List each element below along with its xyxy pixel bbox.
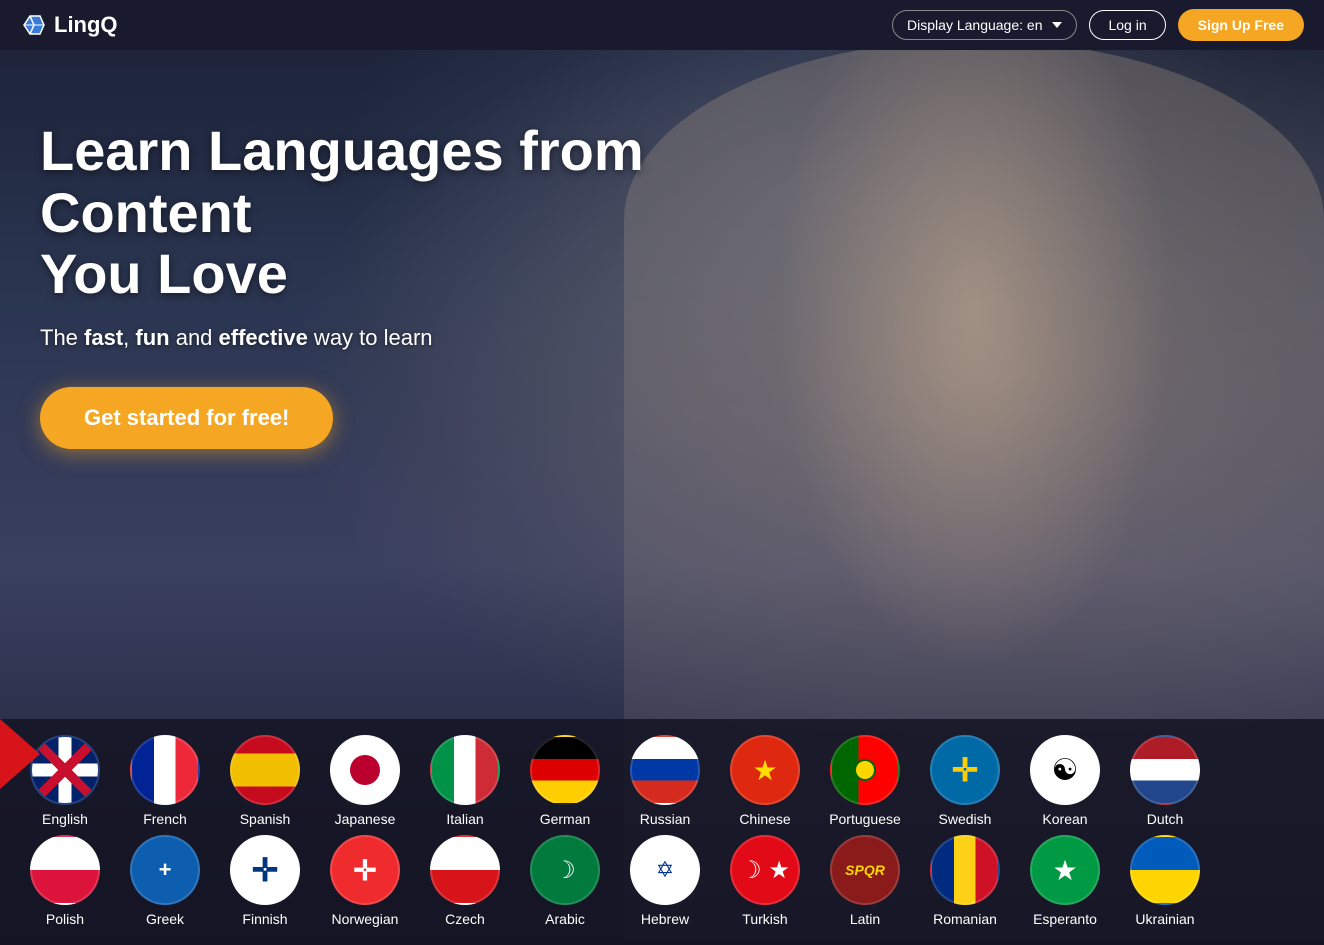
flag-japanese (330, 735, 400, 805)
language-label-romanian: Romanian (933, 911, 997, 927)
language-item-japanese[interactable]: Japanese (320, 735, 410, 827)
language-item-korean[interactable]: ☯ Korean (1020, 735, 1110, 827)
language-label-hebrew: Hebrew (641, 911, 689, 927)
flag-chinese: ★ (730, 735, 800, 805)
language-item-hebrew[interactable]: ✡ Hebrew (620, 835, 710, 927)
hero-content: Learn Languages from Content You Love Th… (40, 120, 860, 449)
language-label-norwegian: Norwegian (332, 911, 399, 927)
flag-italian (430, 735, 500, 805)
flag-swedish: ✛ (930, 735, 1000, 805)
language-item-swedish[interactable]: ✛ Swedish (920, 735, 1010, 827)
logo-text: LingQ (54, 12, 118, 38)
language-label-spanish: Spanish (240, 811, 291, 827)
language-label-english: English (42, 811, 88, 827)
language-item-portuguese[interactable]: Portuguese (820, 735, 910, 827)
flag-greek: + (130, 835, 200, 905)
language-item-chinese[interactable]: ★ Chinese (720, 735, 810, 827)
language-item-dutch[interactable]: Dutch (1120, 735, 1210, 827)
header-nav: Display Language: en Log in Sign Up Free (892, 9, 1304, 41)
hero-subtitle: The fast, fun and effective way to learn (40, 325, 860, 351)
language-item-polish[interactable]: Polish (20, 835, 110, 927)
language-label-ukrainian: Ukrainian (1135, 911, 1194, 927)
language-label-dutch: Dutch (1147, 811, 1184, 827)
language-item-ukrainian[interactable]: Ukrainian (1120, 835, 1210, 927)
language-label-swedish: Swedish (939, 811, 992, 827)
language-item-romanian[interactable]: Romanian (920, 835, 1010, 927)
language-item-french[interactable]: French (120, 735, 210, 827)
hero-section: LingQ Display Language: en Log in Sign U… (0, 0, 1324, 945)
language-label-turkish: Turkish (742, 911, 787, 927)
chevron-down-icon (1052, 22, 1062, 28)
header: LingQ Display Language: en Log in Sign U… (0, 0, 1324, 50)
flag-latin: SPQR (830, 835, 900, 905)
flag-hebrew: ✡ (630, 835, 700, 905)
language-label-portuguese: Portuguese (829, 811, 901, 827)
language-label-czech: Czech (445, 911, 485, 927)
flag-romanian (930, 835, 1000, 905)
flag-german (530, 735, 600, 805)
logo-icon (20, 11, 48, 39)
language-item-esperanto[interactable]: ★ Esperanto (1020, 835, 1110, 927)
display-language-label: Display Language: en (907, 17, 1042, 33)
flag-polish (30, 835, 100, 905)
flag-czech (430, 835, 500, 905)
display-language-button[interactable]: Display Language: en (892, 10, 1077, 40)
language-item-greek[interactable]: + Greek (120, 835, 210, 927)
flag-arabic: ☽ (530, 835, 600, 905)
hero-title: Learn Languages from Content You Love (40, 120, 860, 305)
language-label-korean: Korean (1042, 811, 1087, 827)
flag-french (130, 735, 200, 805)
language-item-norwegian[interactable]: ✛ Norwegian (320, 835, 410, 927)
flag-ukrainian (1130, 835, 1200, 905)
language-label-greek: Greek (146, 911, 184, 927)
language-item-arabic[interactable]: ☽ Arabic (520, 835, 610, 927)
language-row-1: English French Spanish Japanese Italian Germa… (20, 735, 1304, 827)
language-label-italian: Italian (446, 811, 483, 827)
languages-section: English French Spanish Japanese Italian Germa… (0, 719, 1324, 945)
flag-russian (630, 735, 700, 805)
language-item-czech[interactable]: Czech (420, 835, 510, 927)
language-label-japanese: Japanese (335, 811, 396, 827)
flag-portuguese (830, 735, 900, 805)
language-label-latin: Latin (850, 911, 880, 927)
language-label-esperanto: Esperanto (1033, 911, 1097, 927)
flag-english (30, 735, 100, 805)
language-item-turkish[interactable]: ☽ ★ Turkish (720, 835, 810, 927)
language-label-russian: Russian (640, 811, 691, 827)
flag-turkish: ☽ ★ (730, 835, 800, 905)
flag-esperanto: ★ (1030, 835, 1100, 905)
flag-finnish: ✛ (230, 835, 300, 905)
login-button[interactable]: Log in (1089, 10, 1165, 40)
get-started-button[interactable]: Get started for free! (40, 387, 333, 449)
language-label-german: German (540, 811, 591, 827)
flag-korean: ☯ (1030, 735, 1100, 805)
language-item-finnish[interactable]: ✛ Finnish (220, 835, 310, 927)
signup-button[interactable]: Sign Up Free (1178, 9, 1304, 41)
language-item-german[interactable]: German (520, 735, 610, 827)
flag-dutch (1130, 735, 1200, 805)
flag-norwegian: ✛ (330, 835, 400, 905)
language-label-chinese: Chinese (739, 811, 790, 827)
language-label-polish: Polish (46, 911, 84, 927)
language-label-finnish: Finnish (242, 911, 287, 927)
language-item-latin[interactable]: SPQR Latin (820, 835, 910, 927)
language-label-arabic: Arabic (545, 911, 585, 927)
language-item-russian[interactable]: Russian (620, 735, 710, 827)
logo[interactable]: LingQ (20, 11, 118, 39)
language-item-italian[interactable]: Italian (420, 735, 510, 827)
language-row-2: Polish + Greek ✛ Finnish ✛ Norwegian Czech ☽ Arab… (20, 835, 1304, 927)
flag-spanish (230, 735, 300, 805)
language-item-spanish[interactable]: Spanish (220, 735, 310, 827)
language-label-french: French (143, 811, 187, 827)
